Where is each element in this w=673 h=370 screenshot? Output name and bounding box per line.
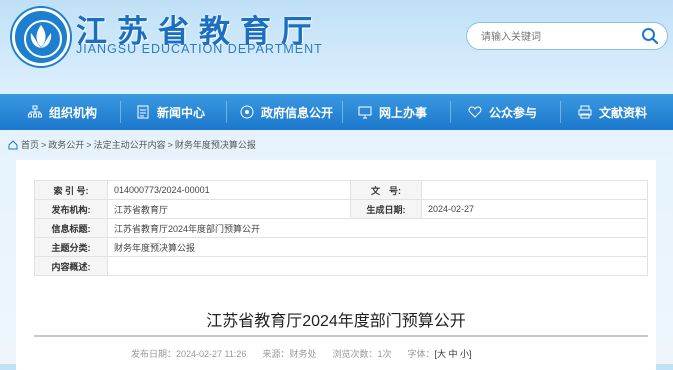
table-row: 主题分类: 财务年度预决算公报 xyxy=(34,237,648,257)
site-subtitle: JIANGSU EDUCATION DEPARTMENT xyxy=(76,42,323,56)
nav-divider xyxy=(450,101,451,123)
monitor-icon xyxy=(358,106,372,119)
nav-label: 新闻中心 xyxy=(157,105,206,120)
title-divider xyxy=(34,335,648,337)
home-icon xyxy=(8,139,18,149)
nav-label: 政府信息公开 xyxy=(261,105,334,120)
views-label: 浏览次数： xyxy=(332,349,378,359)
category-label: 主题分类: xyxy=(34,237,108,257)
table-row: 索 引 号: 014000773/2024-00001 文 号: xyxy=(34,180,648,200)
table-row: 信息标题: 江苏省教育厅2024年度部门预算公开 xyxy=(34,218,648,238)
breadcrumb-link-finance[interactable]: 财务年度预决算公报 xyxy=(175,138,256,151)
table-row: 发布机构: 江苏省教育厅 生成日期: 2024-02-27 xyxy=(34,199,648,219)
date-label: 生成日期: xyxy=(350,199,422,219)
font-size-options[interactable]: [大 中 小] xyxy=(435,349,472,359)
breadcrumb-separator: > xyxy=(41,139,47,150)
nav-item-org[interactable]: 组织机构 xyxy=(28,94,97,130)
main-nav: 组织机构 新闻中心 政府信息公开 网上办事 公众参与 文献资料 xyxy=(0,94,673,130)
metadata-table: 索 引 号: 014000773/2024-00001 文 号: 发布机构: 江… xyxy=(34,180,648,276)
publish-date: 发布日期：2024-02-27 11:26 xyxy=(131,347,246,360)
breadcrumb-separator: > xyxy=(167,139,173,150)
document-icon xyxy=(137,105,149,119)
source-value: 财务处 xyxy=(289,349,317,359)
breadcrumb-separator: > xyxy=(86,139,92,150)
org-icon xyxy=(28,105,42,118)
nav-item-online-service[interactable]: 网上办事 xyxy=(358,94,427,130)
nav-item-news[interactable]: 新闻中心 xyxy=(136,94,205,130)
source: 来源：财务处 xyxy=(262,347,316,360)
doc-number-label: 文 号: xyxy=(350,180,422,200)
views: 浏览次数：1次 xyxy=(332,347,391,360)
article-title: 江苏省教育厅2024年度部门预算公开 xyxy=(206,313,466,330)
views-value: 1次 xyxy=(377,349,392,359)
index-value: 014000773/2024-00001 xyxy=(107,180,351,200)
publisher-value: 江苏省教育厅 xyxy=(107,199,351,219)
publisher-label: 发布机构: xyxy=(34,199,108,219)
search-box xyxy=(466,22,668,50)
search-button[interactable] xyxy=(639,25,661,47)
target-icon xyxy=(240,105,254,119)
summary-label: 内容概述: xyxy=(34,256,108,276)
article-info: 发布日期：2024-02-27 11:26 来源：财务处 浏览次数：1次 字体：… xyxy=(131,347,472,360)
breadcrumb: 首页 > 政务公开 > 法定主动公开内容 > 财务年度预决算公报 xyxy=(8,138,258,151)
table-row: 内容概述: xyxy=(34,256,648,276)
nav-divider xyxy=(120,101,121,123)
category-value: 财务年度预决算公报 xyxy=(107,237,648,257)
nav-label: 公众参与 xyxy=(489,105,538,120)
nav-label: 网上办事 xyxy=(379,105,428,120)
content-panel: 索 引 号: 014000773/2024-00001 文 号: 发布机构: 江… xyxy=(16,160,656,370)
nav-label: 组织机构 xyxy=(49,105,98,120)
lotus-logo-icon xyxy=(30,25,52,48)
heart-icon xyxy=(468,106,482,118)
search-icon xyxy=(642,28,659,45)
search-input[interactable] xyxy=(479,27,633,47)
publish-date-label: 发布日期： xyxy=(131,349,177,359)
font-size-control: 字体：[大 中 小] xyxy=(407,347,471,360)
font-size-label: 字体： xyxy=(407,349,435,359)
printer-icon xyxy=(578,105,592,119)
nav-divider xyxy=(342,101,343,123)
nav-label: 文献资料 xyxy=(599,105,648,120)
breadcrumb-link-gov[interactable]: 政务公开 xyxy=(48,138,84,151)
site-logo[interactable] xyxy=(12,8,70,66)
nav-item-documents[interactable]: 文献资料 xyxy=(578,94,647,130)
breadcrumb-link-home[interactable]: 首页 xyxy=(21,138,39,151)
summary-value xyxy=(107,256,648,276)
index-label: 索 引 号: xyxy=(34,180,108,200)
nav-item-gov-info[interactable]: 政府信息公开 xyxy=(240,94,333,130)
breadcrumb-link-legal[interactable]: 法定主动公开内容 xyxy=(94,138,166,151)
date-value: 2024-02-27 xyxy=(421,199,648,219)
source-label: 来源： xyxy=(262,349,290,359)
nav-divider xyxy=(560,101,561,123)
doc-number-value xyxy=(421,180,648,200)
site-header: 江苏省教育厅 JIANGSU EDUCATION DEPARTMENT xyxy=(0,0,673,92)
nav-item-public[interactable]: 公众参与 xyxy=(468,94,537,130)
info-title-label: 信息标题: xyxy=(34,218,108,238)
nav-divider xyxy=(226,101,227,123)
publish-date-value: 2024-02-27 11:26 xyxy=(176,349,247,359)
info-title-value: 江苏省教育厅2024年度部门预算公开 xyxy=(107,218,648,238)
